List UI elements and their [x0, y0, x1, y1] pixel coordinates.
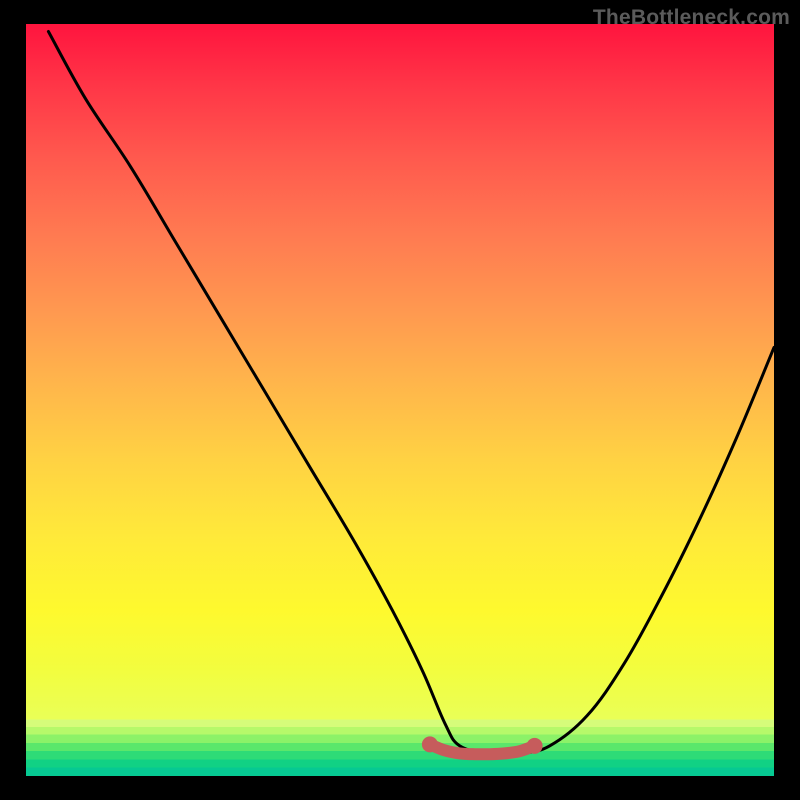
optimal-marker-endpoint	[527, 738, 543, 754]
chart-frame: TheBottleneck.com	[0, 0, 800, 800]
bottleneck-curve-path	[48, 32, 774, 755]
optimal-marker-path	[430, 744, 535, 754]
chart-svg	[26, 24, 774, 776]
plot-area	[26, 24, 774, 776]
optimal-marker-endpoint	[422, 736, 438, 752]
